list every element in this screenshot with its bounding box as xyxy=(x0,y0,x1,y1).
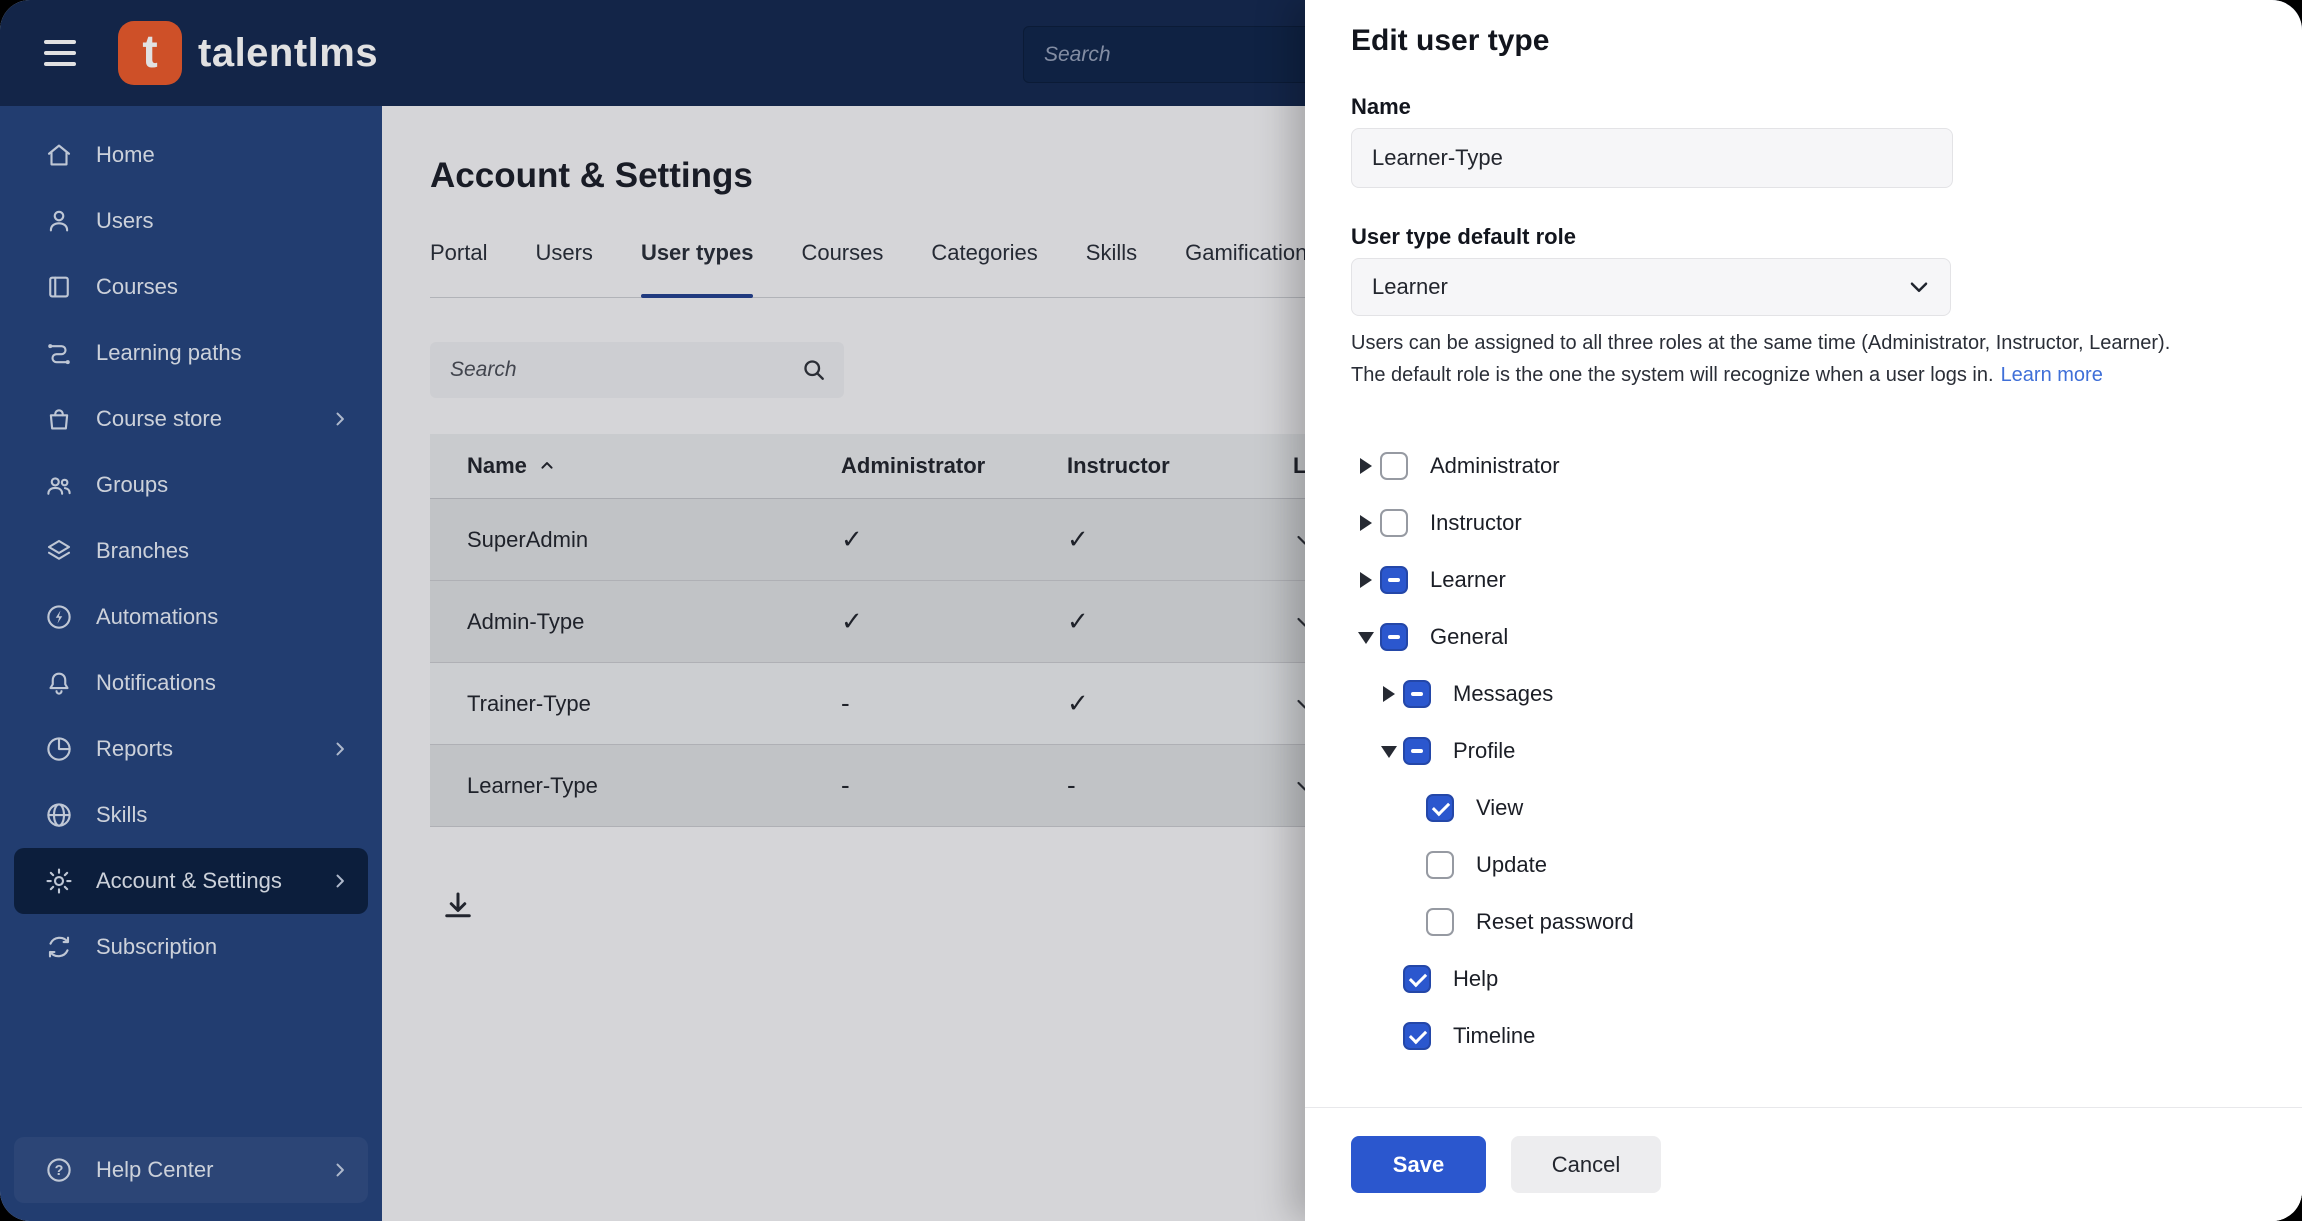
expand-icon[interactable] xyxy=(1381,686,1397,702)
role-description-line2: The default role is the one the system w… xyxy=(1351,364,1994,386)
tree-item-timeline: Timeline xyxy=(1305,1007,2302,1064)
role-description: Users can be assigned to all three roles… xyxy=(1351,327,2251,391)
panel-footer: Save Cancel xyxy=(1305,1107,2302,1221)
chevron-down-icon xyxy=(1906,274,1932,300)
tree-item-label: General xyxy=(1430,624,1508,650)
tree-item-reset-password: Reset password xyxy=(1305,893,2302,950)
chevron-down xyxy=(1906,274,1932,300)
checkbox-help[interactable] xyxy=(1403,965,1431,993)
name-label: Name xyxy=(1351,94,1411,120)
panel-title: Edit user type xyxy=(1351,24,1549,58)
checkbox-timeline[interactable] xyxy=(1403,1022,1431,1050)
tree-item-messages: Messages xyxy=(1305,665,2302,722)
app-window: t talentlms HomeUsersCoursesLearning pat… xyxy=(0,0,2302,1221)
permissions-tree: Administrator Instructor Learner General Mes… xyxy=(1305,437,2302,1064)
tree-item-administrator: Administrator xyxy=(1305,437,2302,494)
name-field[interactable] xyxy=(1351,128,1953,188)
checkbox-general[interactable] xyxy=(1380,623,1408,651)
save-button[interactable]: Save xyxy=(1351,1136,1486,1193)
tree-item-label: Help xyxy=(1453,966,1498,992)
role-label: User type default role xyxy=(1351,224,1576,250)
tree-item-label: Administrator xyxy=(1430,453,1560,479)
checkbox-instructor[interactable] xyxy=(1380,509,1408,537)
tree-item-update: Update xyxy=(1305,836,2302,893)
tree-item-help: Help xyxy=(1305,950,2302,1007)
tree-item-label: Update xyxy=(1476,852,1547,878)
default-role-select[interactable]: Learner xyxy=(1351,258,1951,316)
checkbox-profile[interactable] xyxy=(1403,737,1431,765)
tree-item-label: View xyxy=(1476,795,1523,821)
expand-icon[interactable] xyxy=(1358,458,1374,474)
tree-item-label: Reset password xyxy=(1476,909,1634,935)
selected-role-value: Learner xyxy=(1372,274,1906,300)
checkbox-administrator[interactable] xyxy=(1380,452,1408,480)
tree-item-label: Learner xyxy=(1430,567,1506,593)
role-description-line1: Users can be assigned to all three roles… xyxy=(1351,332,2170,354)
tree-item-learner: Learner xyxy=(1305,551,2302,608)
edit-user-type-panel: Edit user type Name User type default ro… xyxy=(1305,0,2302,1221)
checkbox-learner[interactable] xyxy=(1380,566,1408,594)
cancel-button[interactable]: Cancel xyxy=(1511,1136,1661,1193)
tree-item-profile: Profile xyxy=(1305,722,2302,779)
collapse-icon[interactable] xyxy=(1358,629,1374,645)
tree-item-label: Profile xyxy=(1453,738,1515,764)
learn-more-link[interactable]: Learn more xyxy=(2001,364,2103,386)
overlay-scrim[interactable] xyxy=(0,0,1305,1221)
tree-item-general: General xyxy=(1305,608,2302,665)
talentlms-app: t talentlms HomeUsersCoursesLearning pat… xyxy=(0,0,2302,1221)
tree-item-label: Instructor xyxy=(1430,510,1522,536)
collapse-icon[interactable] xyxy=(1381,743,1397,759)
checkbox-view[interactable] xyxy=(1426,794,1454,822)
expand-icon[interactable] xyxy=(1358,515,1374,531)
checkbox-update[interactable] xyxy=(1426,851,1454,879)
tree-item-label: Messages xyxy=(1453,681,1553,707)
tree-item-instructor: Instructor xyxy=(1305,494,2302,551)
checkbox-reset-password[interactable] xyxy=(1426,908,1454,936)
tree-item-label: Timeline xyxy=(1453,1023,1535,1049)
checkbox-messages[interactable] xyxy=(1403,680,1431,708)
tree-item-view: View xyxy=(1305,779,2302,836)
expand-icon[interactable] xyxy=(1358,572,1374,588)
